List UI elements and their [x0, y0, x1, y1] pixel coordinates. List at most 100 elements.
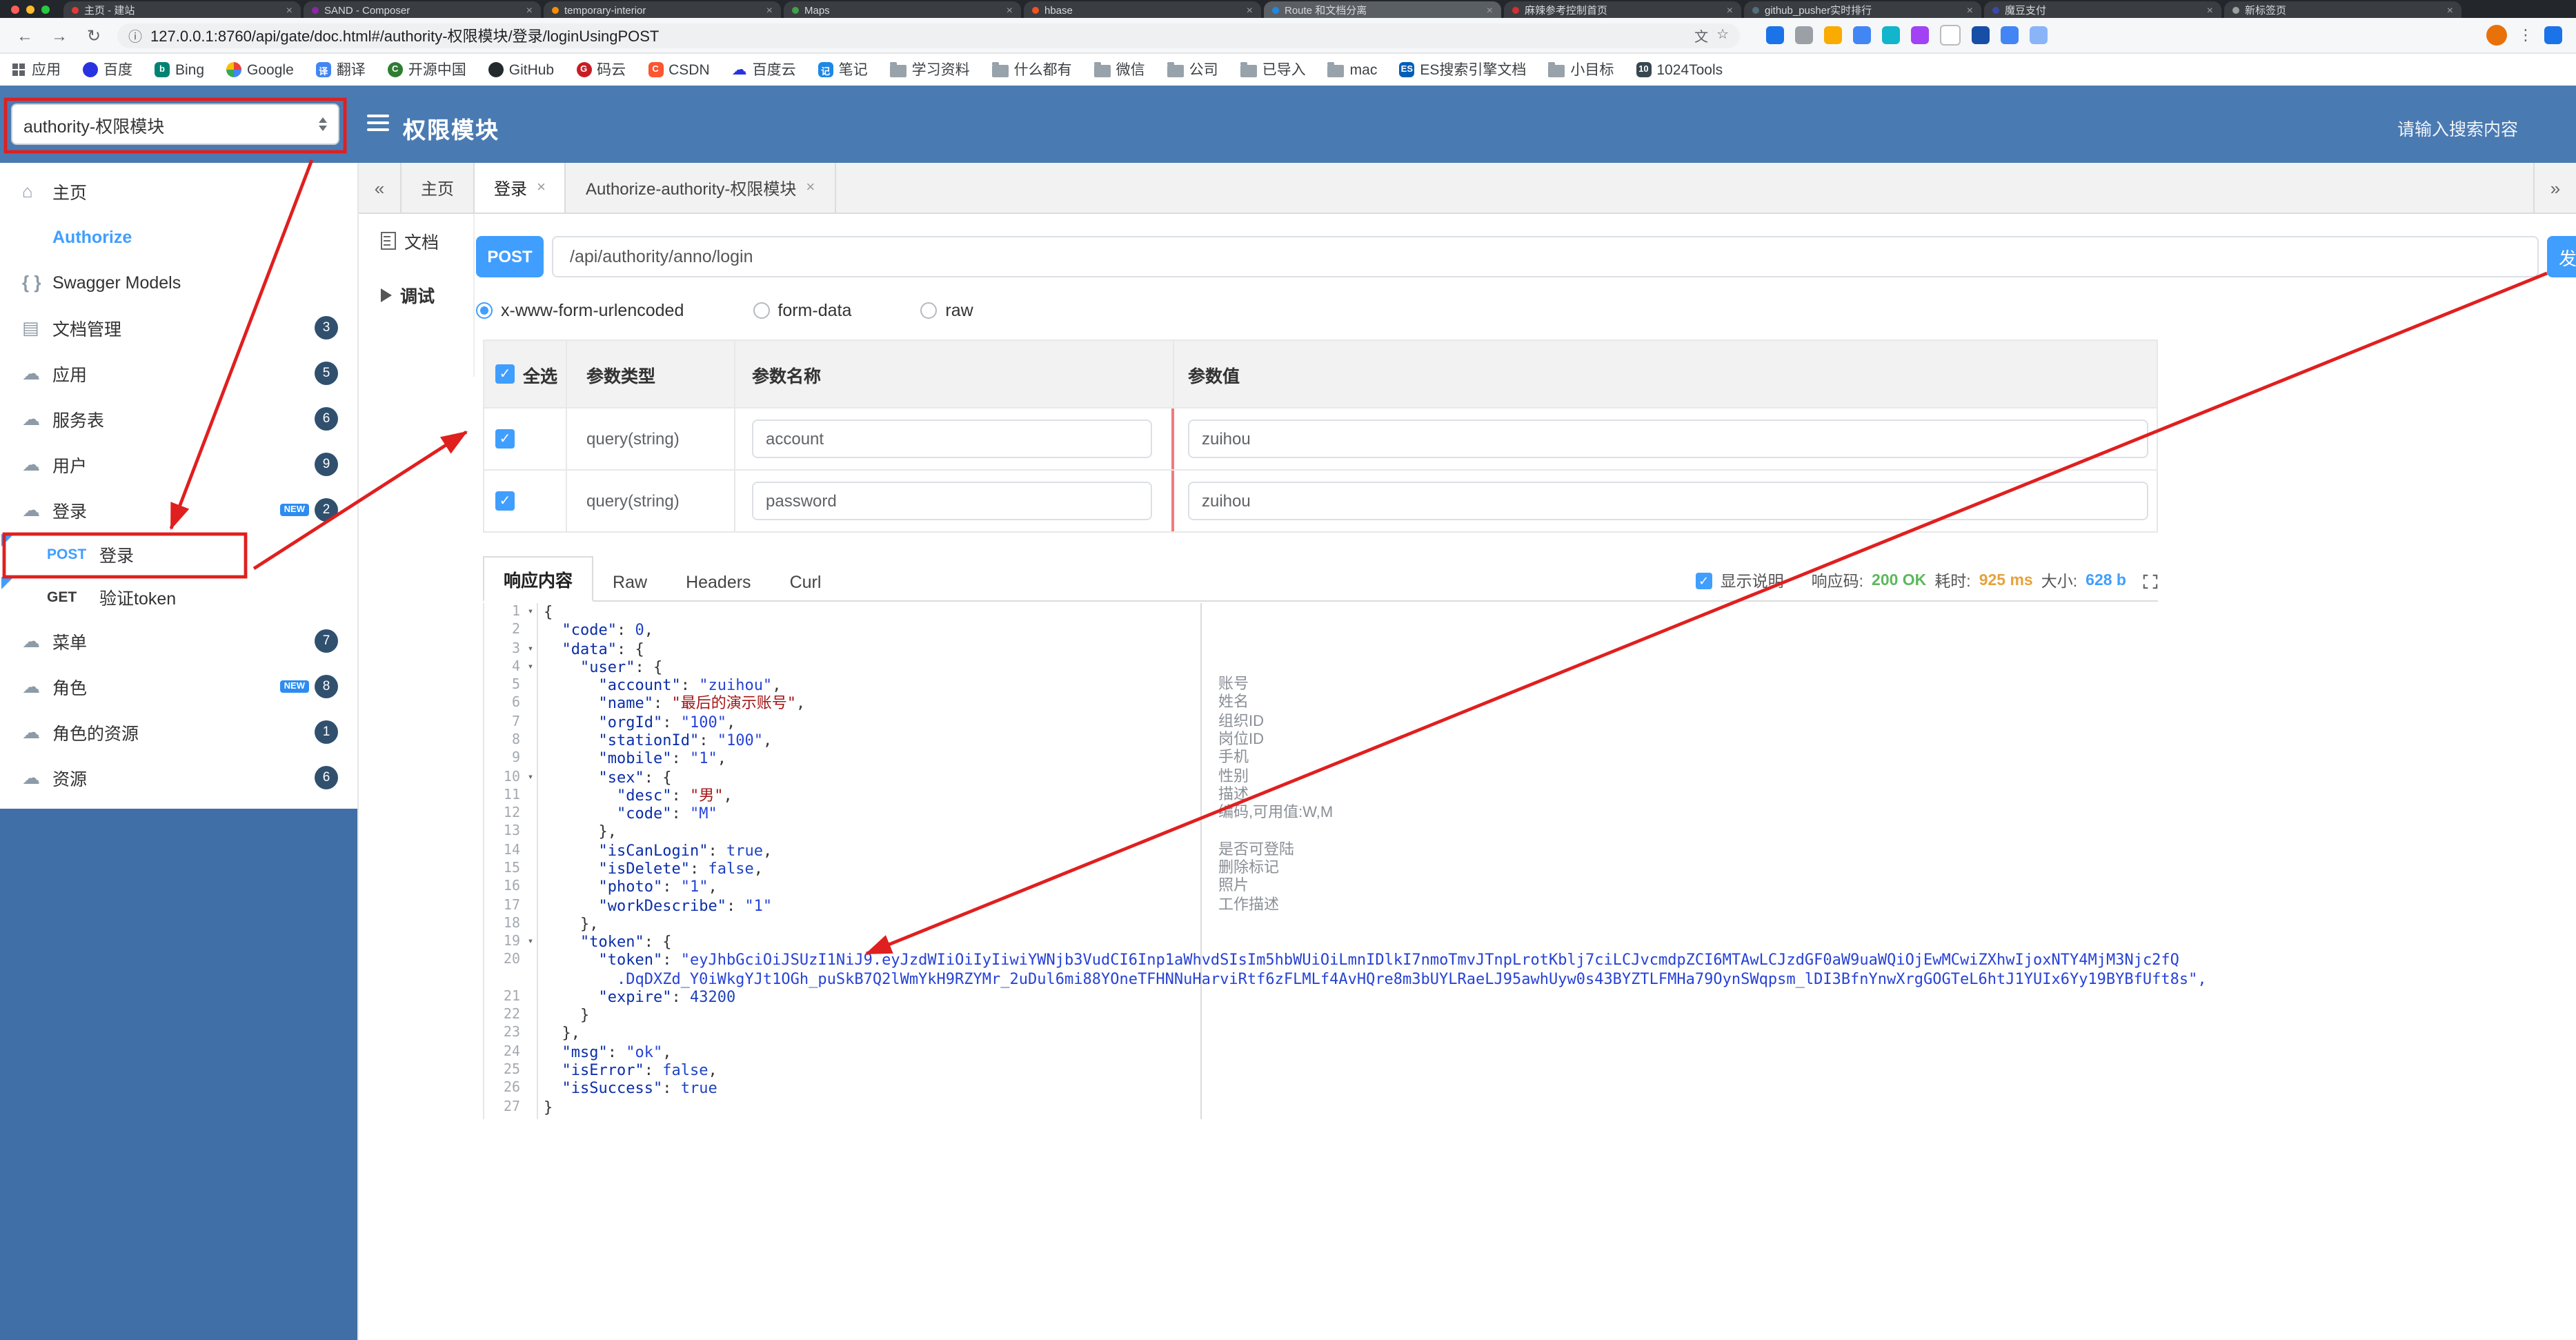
- radio-x-www-form-urlencoded[interactable]: x-www-form-urlencoded: [476, 301, 684, 320]
- bookmark-item[interactable]: mac: [1327, 61, 1377, 78]
- sidebar-item-home[interactable]: ⌂ 主页: [0, 168, 357, 214]
- bookmark-item[interactable]: 译翻译: [315, 59, 366, 80]
- browser-tab[interactable]: 主页 - 建站 ×: [63, 1, 301, 18]
- tab-home[interactable]: 主页: [400, 163, 475, 213]
- pinned-extension-icon[interactable]: [2544, 26, 2562, 44]
- response-tab-raw[interactable]: Raw: [593, 564, 666, 600]
- response-json-editor[interactable]: 1 ▾{2 "code": 0, 3 ▾ "data": {4 ▾ "user": {5…: [483, 603, 2207, 1119]
- grid-extension-icon[interactable]: [1766, 26, 1784, 44]
- tab-close-icon[interactable]: ×: [2447, 3, 2453, 16]
- sidebar-item-resource[interactable]: ☁ 资源 6: [0, 755, 357, 800]
- browser-tab[interactable]: 麻辣参考控制首页 ×: [1504, 1, 1741, 18]
- response-tab-content[interactable]: 响应内容: [483, 556, 594, 602]
- response-tab-curl[interactable]: Curl: [771, 564, 841, 600]
- nav-item-debug[interactable]: 调试: [359, 268, 473, 322]
- sidebar-item-role-resource[interactable]: ☁ 角色的资源 1: [0, 709, 357, 755]
- bookmark-item[interactable]: 学习资料: [889, 59, 970, 80]
- browser-tab[interactable]: Route 和文档分离 ×: [1264, 1, 1501, 18]
- fold-icon[interactable]: ▾: [524, 603, 537, 622]
- browser-tab[interactable]: 新标签页 ×: [2224, 1, 2461, 18]
- sidebar-item-role[interactable]: ☁ 角色 NEW 8: [0, 664, 357, 709]
- tab-close-icon[interactable]: ×: [1007, 3, 1013, 16]
- bookmark-item[interactable]: ☁ 百度云: [732, 59, 796, 80]
- sidebar-item-menu[interactable]: ☁ 菜单 7: [0, 618, 357, 664]
- bookmark-item[interactable]: 应用: [11, 59, 61, 80]
- tab-close-icon[interactable]: ×: [2207, 3, 2213, 16]
- shield-extension-icon[interactable]: [1972, 26, 1990, 44]
- bookmark-item[interactable]: C 开源中国: [387, 59, 466, 80]
- tab-authorize-authority[interactable]: Authorize-authority-权限模块 ×: [564, 163, 836, 213]
- close-tab-icon[interactable]: ×: [806, 179, 815, 196]
- param-name-input[interactable]: [752, 420, 1152, 458]
- tab-close-icon[interactable]: ×: [1727, 3, 1733, 16]
- tab-close-icon[interactable]: ×: [286, 3, 293, 16]
- forward-icon[interactable]: →: [48, 26, 70, 45]
- tab-login[interactable]: 登录 ×: [473, 163, 566, 213]
- radio-raw[interactable]: raw: [920, 301, 973, 320]
- close-tab-icon[interactable]: ×: [537, 179, 546, 196]
- header-search-input[interactable]: 请输入搜索内容: [2397, 115, 2518, 141]
- browser-tab[interactable]: temporary-interior ×: [544, 1, 781, 18]
- row-checkbox[interactable]: ✓: [495, 491, 515, 511]
- scroll-tabs-left-icon[interactable]: «: [359, 163, 400, 213]
- blue-extension-icon[interactable]: [2001, 26, 2019, 44]
- bookmark-item[interactable]: 记笔记: [818, 59, 868, 80]
- address-bar[interactable]: ⓘ 127.0.0.1:8760/api/gate/doc.html#/auth…: [117, 23, 1740, 48]
- window-controls[interactable]: [11, 6, 50, 14]
- sidebar-operation-get-check-token[interactable]: GET 验证token: [0, 575, 357, 618]
- sidebar-item-authorize[interactable]: Authorize: [0, 214, 357, 259]
- puzzle-extension-icon[interactable]: [1795, 26, 1813, 44]
- bookmark-item[interactable]: Google: [226, 61, 294, 78]
- bookmark-item[interactable]: 微信: [1093, 59, 1145, 80]
- sidebar-item-app[interactable]: ☁ 应用 5: [0, 351, 357, 396]
- bookmark-item[interactable]: 小目标: [1548, 59, 1614, 80]
- bookmark-item[interactable]: GitHub: [488, 61, 554, 78]
- fullscreen-window-icon[interactable]: [41, 6, 50, 14]
- bookmark-item[interactable]: 百度: [83, 59, 132, 80]
- browser-tab[interactable]: SAND - Composer ×: [304, 1, 541, 18]
- response-tab-headers[interactable]: Headers: [666, 564, 771, 600]
- purple-extension-icon[interactable]: [1911, 26, 1929, 44]
- outline-extension-icon[interactable]: [1940, 25, 1961, 46]
- browser-tab[interactable]: 魔豆支付 ×: [1984, 1, 2221, 18]
- param-value-input[interactable]: [1188, 482, 2148, 520]
- sidebar-item-swagger-models[interactable]: { } Swagger Models: [0, 259, 357, 305]
- param-name-input[interactable]: [752, 482, 1152, 520]
- google-extension-icon[interactable]: [1853, 26, 1871, 44]
- bookmark-item[interactable]: 已导入: [1240, 59, 1306, 80]
- bookmark-item[interactable]: b Bing: [155, 61, 204, 78]
- sidebar-operation-post-login[interactable]: POST 登录: [0, 533, 357, 575]
- teal-extension-icon[interactable]: [1882, 26, 1900, 44]
- tab-close-icon[interactable]: ×: [1247, 3, 1253, 16]
- tab-close-icon[interactable]: ×: [526, 3, 533, 16]
- orange-extension-icon[interactable]: [1824, 26, 1842, 44]
- translate-icon[interactable]: 文: [1694, 25, 1708, 46]
- browser-tab[interactable]: hbase ×: [1024, 1, 1261, 18]
- fold-icon[interactable]: ▾: [524, 933, 537, 952]
- tab-close-icon[interactable]: ×: [1487, 3, 1493, 16]
- tab-close-icon[interactable]: ×: [766, 3, 773, 16]
- close-window-icon[interactable]: [11, 6, 19, 14]
- sidebar-item-service[interactable]: ☁ 服务表 6: [0, 396, 357, 442]
- param-value-input[interactable]: [1188, 420, 2148, 458]
- sidebar-item-user[interactable]: ☁ 用户 9: [0, 442, 357, 487]
- module-select[interactable]: authority-权限模块: [11, 104, 339, 145]
- send-button[interactable]: 发: [2547, 236, 2576, 277]
- fold-icon[interactable]: ▾: [524, 658, 537, 677]
- profile-avatar[interactable]: [2486, 25, 2507, 46]
- minimize-window-icon[interactable]: [26, 6, 34, 14]
- snowflake-extension-icon[interactable]: [2030, 26, 2048, 44]
- sidebar-item-login[interactable]: ☁ 登录 NEW 2: [0, 487, 357, 533]
- bookmark-star-icon[interactable]: ☆: [1716, 28, 1729, 43]
- bookmark-item[interactable]: 10 1024Tools: [1636, 61, 1723, 78]
- bookmark-item[interactable]: G 码云: [576, 59, 626, 80]
- site-info-icon[interactable]: ⓘ: [128, 25, 142, 46]
- browser-tab[interactable]: Maps ×: [784, 1, 1021, 18]
- fullscreen-icon[interactable]: [2143, 573, 2158, 589]
- nav-item-doc[interactable]: 文档: [359, 214, 473, 268]
- bookmark-item[interactable]: C CSDN: [648, 61, 710, 78]
- browser-tab[interactable]: github_pusher实时排行 ×: [1744, 1, 1981, 18]
- select-all-checkbox[interactable]: ✓: [495, 364, 515, 384]
- show-description-checkbox[interactable]: ✓: [1695, 573, 1712, 589]
- row-checkbox[interactable]: ✓: [495, 429, 515, 449]
